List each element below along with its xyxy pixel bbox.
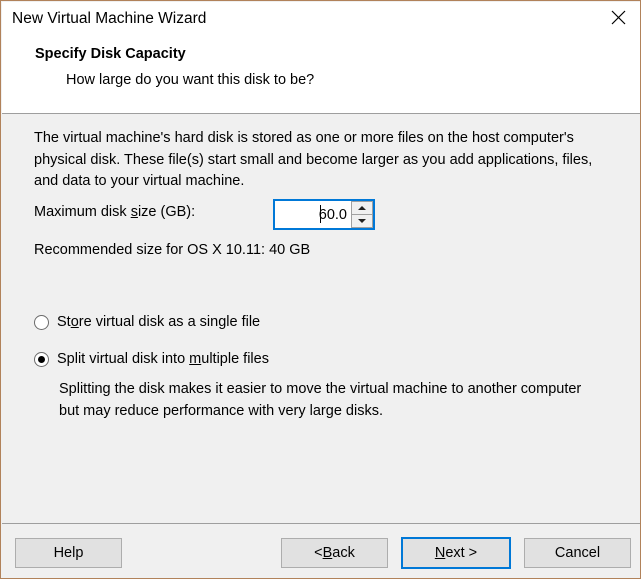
disk-size-label-after: ize (GB): — [138, 204, 195, 220]
new-virtual-machine-wizard-window: New Virtual Machine Wizard Specify Disk … — [0, 0, 641, 579]
spinner-buttons — [350, 201, 373, 228]
recommended-size-text: Recommended size for OS X 10.11: 40 GB — [34, 242, 310, 258]
radio-split-multiple-files-label: Split virtual disk into multiple files — [57, 351, 269, 367]
close-icon[interactable] — [596, 2, 641, 32]
disk-size-spinner[interactable]: 60.0 — [273, 199, 375, 230]
disk-size-value: 60.0 — [319, 207, 347, 223]
radio-split-multiple-files[interactable]: Split virtual disk into multiple files — [34, 348, 269, 370]
split-description-text: Splitting the disk makes it easier to mo… — [59, 379, 589, 422]
radio-icon[interactable] — [34, 315, 49, 330]
page-title: Specify Disk Capacity — [35, 46, 186, 62]
disk-size-field-row: Maximum disk size (GB): 60.0 — [34, 199, 594, 229]
window-title: New Virtual Machine Wizard — [12, 9, 206, 29]
triangle-down-icon[interactable] — [351, 215, 373, 229]
page-subtitle: How large do you want this disk to be? — [66, 72, 314, 88]
radio-store-single-file-label: Store virtual disk as a single file — [57, 314, 260, 330]
title-bar: New Virtual Machine Wizard Specify Disk … — [2, 2, 641, 113]
disk-size-label-before: Maximum disk — [34, 204, 131, 220]
cancel-button[interactable]: Cancel — [524, 538, 631, 568]
radio-store-single-file[interactable]: Store virtual disk as a single file — [34, 311, 260, 333]
disk-size-input[interactable]: 60.0 — [275, 201, 350, 228]
back-button[interactable]: < Back — [281, 538, 388, 568]
next-button[interactable]: Next > — [401, 537, 511, 569]
radio-icon[interactable] — [34, 352, 49, 367]
disk-size-label: Maximum disk size (GB): — [34, 204, 195, 220]
triangle-up-icon[interactable] — [351, 201, 373, 215]
intro-text: The virtual machine's hard disk is store… — [34, 128, 594, 193]
disk-size-label-accel: s — [131, 204, 138, 220]
wizard-footer: Help < Back Next > Cancel — [2, 524, 641, 579]
text-caret — [320, 205, 321, 223]
help-button[interactable]: Help — [15, 538, 122, 568]
wizard-body: The virtual machine's hard disk is store… — [2, 114, 641, 523]
